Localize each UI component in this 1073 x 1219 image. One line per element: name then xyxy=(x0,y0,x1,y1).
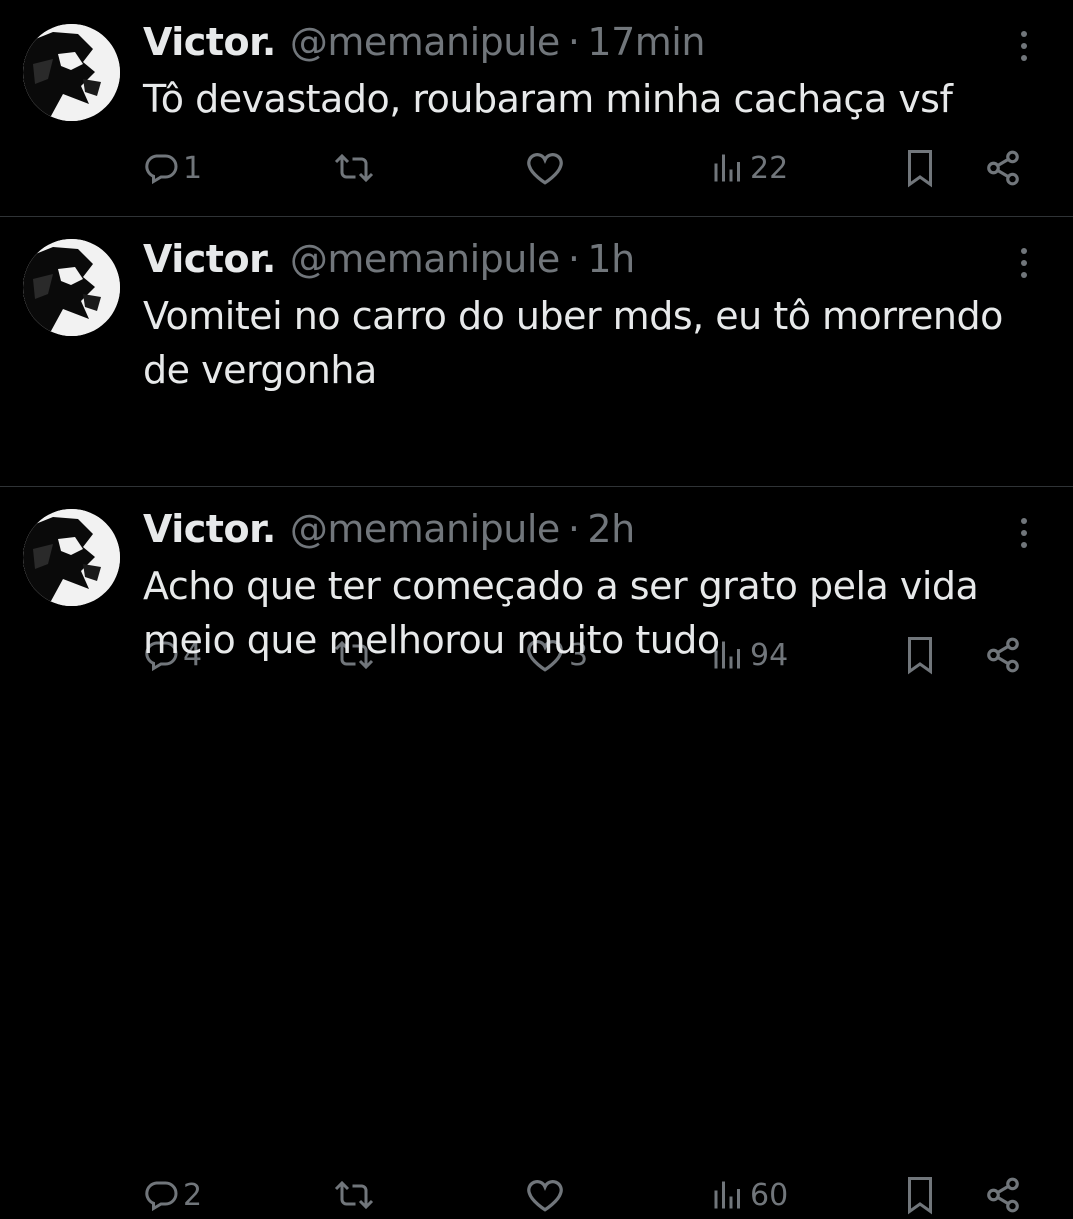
share-button[interactable] xyxy=(984,1171,1022,1219)
tweet-text: Vomitei no carro do uber mds, eu tô morr… xyxy=(143,294,1003,392)
share-icon xyxy=(984,149,1022,187)
avatar[interactable] xyxy=(23,509,120,606)
reply-button[interactable]: 1 xyxy=(143,144,202,192)
author-name[interactable]: Victor. xyxy=(143,505,276,553)
timestamp[interactable]: 1h xyxy=(587,235,635,283)
views-count: 60 xyxy=(750,1177,789,1213)
tweet[interactable]: Victor. @memanipule · 1h Vomitei no carr… xyxy=(0,217,1073,675)
tweet-actions: 1 22 xyxy=(0,144,1073,192)
author-handle[interactable]: @memanipule xyxy=(290,505,560,553)
tweet-text: Tô devastado, roubaram minha cachaça vsf xyxy=(143,77,953,121)
bookmark-button[interactable] xyxy=(902,144,938,192)
timestamp[interactable]: 17min xyxy=(587,18,705,66)
more-icon[interactable] xyxy=(1012,245,1036,281)
author-name[interactable]: Victor. xyxy=(143,18,276,66)
tweet-header: Victor. @memanipule · 17min xyxy=(143,18,705,66)
tweet[interactable]: Victor. @memanipule · 17min Tô devastado… xyxy=(0,0,1073,217)
share-button[interactable] xyxy=(984,144,1022,192)
bookmark-icon xyxy=(902,148,938,188)
avatar[interactable] xyxy=(23,239,120,336)
separator: · xyxy=(567,237,580,281)
share-icon xyxy=(984,1176,1022,1214)
views-icon xyxy=(710,1177,746,1213)
reply-count: 2 xyxy=(183,1177,203,1213)
retweet-icon xyxy=(330,1177,378,1213)
tweet[interactable]: Victor. @memanipule · 2h Acho que ter co… xyxy=(0,487,1073,1215)
reply-count: 1 xyxy=(183,150,203,186)
separator: · xyxy=(567,507,580,551)
bookmark-icon xyxy=(902,1175,938,1215)
views-count: 22 xyxy=(750,150,789,186)
reply-icon xyxy=(143,150,179,186)
separator: · xyxy=(567,20,580,64)
tweet-header: Victor. @memanipule · 2h xyxy=(143,505,635,553)
retweet-button[interactable] xyxy=(330,1171,382,1219)
like-button[interactable] xyxy=(525,1171,569,1219)
tweet-actions: 2 60 xyxy=(0,1171,1073,1219)
author-name[interactable]: Victor. xyxy=(143,235,276,283)
timeline-feed: Victor. @memanipule · 17min Tô devastado… xyxy=(0,0,1073,1215)
views-icon xyxy=(710,150,746,186)
like-button[interactable] xyxy=(525,144,569,192)
tweet-text: Acho que ter começado a ser grato pela v… xyxy=(143,564,979,662)
author-handle[interactable]: @memanipule xyxy=(290,235,560,283)
views-button[interactable]: 60 xyxy=(710,1171,788,1219)
reply-button[interactable]: 2 xyxy=(143,1171,202,1219)
retweet-button[interactable] xyxy=(330,144,382,192)
views-button[interactable]: 22 xyxy=(710,144,788,192)
more-icon[interactable] xyxy=(1012,28,1036,64)
more-icon[interactable] xyxy=(1012,515,1036,551)
avatar[interactable] xyxy=(23,24,120,121)
heart-icon xyxy=(525,150,565,186)
author-handle[interactable]: @memanipule xyxy=(290,18,560,66)
bookmark-button[interactable] xyxy=(902,1171,938,1219)
heart-icon xyxy=(525,1177,565,1213)
timestamp[interactable]: 2h xyxy=(587,505,635,553)
reply-icon xyxy=(143,1177,179,1213)
retweet-icon xyxy=(330,150,378,186)
tweet-header: Victor. @memanipule · 1h xyxy=(143,235,635,283)
